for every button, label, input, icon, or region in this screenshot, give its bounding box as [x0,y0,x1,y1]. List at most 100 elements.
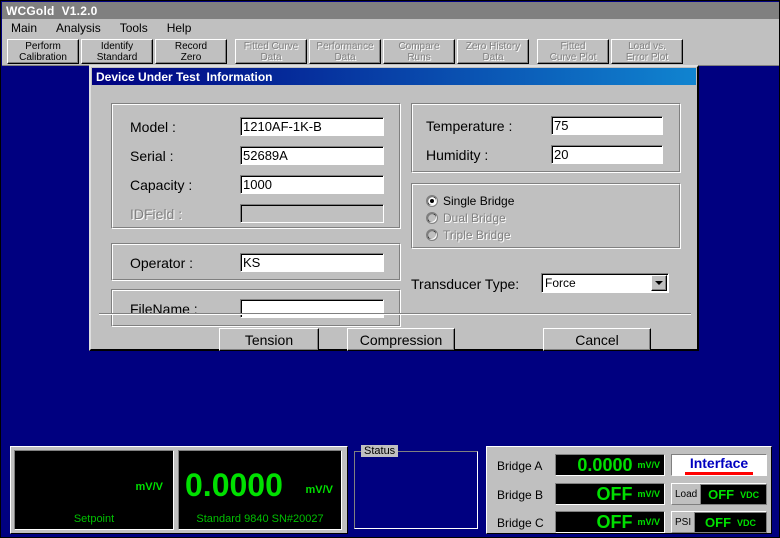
status-box: Status [354,451,478,529]
toolbar-button-line2: Runs [407,52,430,63]
bridge-b-display: OFF mV/V [555,483,665,505]
bottom-status-strip: mV/V Setpoint 0.0000 mV/V Standard 9840 … [2,441,780,537]
toolbar-button-line1: Record [175,41,207,52]
bridge-mode-group: Single Bridge Dual Bridge Triple Bridge [411,183,681,249]
toolbar-button-line2: Curve Plot [550,52,597,63]
toolbar-button-compare-runs[interactable]: Compare Runs [383,39,455,64]
menu-item-main[interactable]: Main [9,20,39,36]
operator-input[interactable]: KS [240,253,384,272]
load-display: OFF VDC [700,484,766,504]
dialog-title: Device Under Test Information [96,70,272,84]
toolbar-button-line1: Fitted [560,41,585,52]
menubar: Main Analysis Tools Help [2,19,780,37]
radio-triple-bridge-label: Triple Bridge [443,228,511,242]
window-title: WCGold V1.2.0 [6,4,97,18]
application-window: WCGold V1.2.0 Main Analysis Tools Help P… [0,0,780,538]
model-row: Model : 1210AF-1K-B [130,117,384,136]
interface-title-box[interactable]: Interface [671,454,767,476]
bridge-a-unit: mV/V [637,460,660,470]
toolbar-button-fitted-curve-data[interactable]: Fitted Curve Data [235,39,307,64]
menu-item-analysis[interactable]: Analysis [54,20,103,36]
capacity-input[interactable]: 1000 [240,175,384,194]
toolbar-button-line1: Identify [101,41,133,52]
toolbar-button-line1: Load vs. [628,41,666,52]
bridge-a-label: Bridge A [497,459,542,473]
temperature-input[interactable]: 75 [551,116,663,135]
dialog-body: Model : 1210AF-1K-B Serial : 52689A Capa… [91,85,697,349]
toolbar-button-fitted-curve-plot[interactable]: Fitted Curve Plot [537,39,609,64]
toolbar-button-line2: Standard [97,52,138,63]
serial-label: Serial : [130,148,240,164]
toolbar-button-load-vs-error-plot[interactable]: Load vs. Error Plot [611,39,683,64]
filename-group: FileName : [111,289,401,327]
standard-reading-value: 0.0000 [185,467,283,504]
radio-dual-bridge: Dual Bridge [426,211,506,225]
model-label: Model : [130,119,240,135]
psi-display: OFF VDC [694,512,766,532]
psi-value: OFF [705,515,731,530]
setpoint-caption: Setpoint [15,513,173,525]
toolbar-button-line1: Zero History [466,41,520,52]
toolbar-button-zero-history-data[interactable]: Zero History Data [457,39,529,64]
toolbar: Perform Calibration Identify Standard Re… [2,37,780,66]
chevron-down-icon[interactable] [651,275,667,291]
toolbar-button-line2: Calibration [19,52,67,63]
toolbar-button-line2: Data [334,52,355,63]
toolbar-button-performance-data[interactable]: Performance Data [309,39,381,64]
compression-button[interactable]: Compression [347,328,455,351]
bridge-c-label: Bridge C [497,516,544,530]
toolbar-button-line1: Performance [316,41,373,52]
model-input[interactable]: 1210AF-1K-B [240,117,384,136]
standard-reading-display: 0.0000 mV/V Standard 9840 SN#20027 [178,450,342,530]
status-legend: Status [361,445,398,457]
humidity-input[interactable]: 20 [551,145,663,164]
bridge-a-display: 0.0000 mV/V [555,454,665,476]
setpoint-unit: mV/V [135,481,163,493]
environment-group: Temperature : 75 Humidity : 20 [411,103,681,173]
psi-label: PSI [672,517,694,528]
menu-item-help[interactable]: Help [165,20,194,36]
bridge-c-display: OFF mV/V [555,511,665,533]
filename-input[interactable] [240,299,384,318]
interface-row-load: Load OFF VDC [671,483,767,505]
toolbar-button-perform-calibration[interactable]: Perform Calibration [7,39,79,64]
dialog-separator [99,313,691,315]
transducer-type-select[interactable]: Force [541,273,669,293]
serial-input[interactable]: 52689A [240,146,384,165]
radio-single-bridge[interactable]: Single Bridge [426,194,514,208]
load-unit: VDC [740,490,759,500]
operator-row: Operator : KS [130,253,384,272]
radio-triple-bridge: Triple Bridge [426,228,511,242]
idfield-input [240,204,384,223]
bridge-a-value: 0.0000 [577,455,632,476]
meter-panel: mV/V Setpoint 0.0000 mV/V Standard 9840 … [10,446,348,534]
window-titlebar: WCGold V1.2.0 [2,2,780,19]
toolbar-button-line1: Fitted Curve [244,41,298,52]
toolbar-button-identify-standard[interactable]: Identify Standard [81,39,153,64]
cancel-button[interactable]: Cancel [543,328,651,351]
humidity-row: Humidity : 20 [426,145,663,164]
standard-reading-unit: mV/V [305,484,333,496]
device-info-group: Model : 1210AF-1K-B Serial : 52689A Capa… [111,103,401,229]
load-value: OFF [708,487,734,502]
bridge-panel: Bridge A 0.0000 mV/V Bridge B OFF mV/V B… [486,446,772,534]
menu-item-tools[interactable]: Tools [118,20,150,36]
temperature-label: Temperature : [426,118,551,134]
interface-title: Interface [690,455,748,471]
toolbar-button-line2: Error Plot [626,52,668,63]
load-label: Load [672,489,700,500]
standard-reading-caption: Standard 9840 SN#20027 [179,513,341,525]
device-under-test-dialog: Device Under Test Information Model : 12… [89,65,699,351]
toolbar-button-line2: Data [260,52,281,63]
toolbar-button-line2: Zero [181,52,202,63]
toolbar-button-line2: Data [482,52,503,63]
radio-dual-bridge-label: Dual Bridge [443,211,506,225]
bridge-c-value: OFF [596,512,632,533]
radio-dual-bridge-icon [426,212,438,224]
tension-button[interactable]: Tension [219,328,319,351]
dialog-titlebar: Device Under Test Information [92,68,696,85]
psi-unit: VDC [737,518,756,528]
toolbar-button-record-zero[interactable]: Record Zero [155,39,227,64]
capacity-row: Capacity : 1000 [130,175,384,194]
setpoint-display: mV/V Setpoint [14,450,174,530]
